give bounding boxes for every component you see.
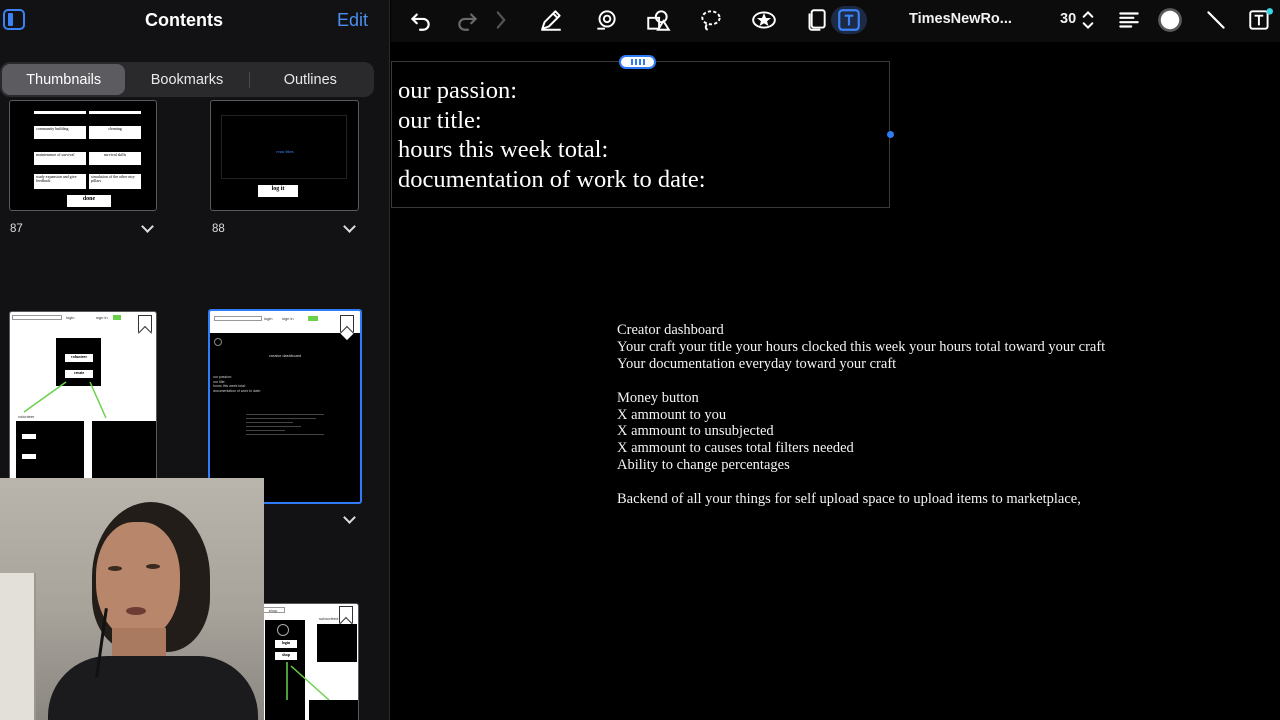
body-line: X ammount to causes total filters needed bbox=[617, 440, 854, 457]
thumb-button: study expansion and give feedback bbox=[34, 174, 86, 189]
editor-toolbar: TimesNewRo... 30 bbox=[391, 0, 1280, 42]
body-line: Your documentation everyday toward your … bbox=[617, 355, 897, 372]
resize-handle[interactable] bbox=[887, 131, 894, 138]
selected-text-box[interactable]: our passion: our title: hours this week … bbox=[391, 61, 890, 208]
presenter-face bbox=[96, 522, 180, 640]
line-icon[interactable] bbox=[1201, 6, 1231, 34]
pen-icon[interactable] bbox=[536, 6, 566, 34]
sticker-icon[interactable] bbox=[749, 6, 779, 34]
body-line: Backend of all your things for self uplo… bbox=[617, 491, 1081, 508]
redo-icon[interactable] bbox=[453, 6, 483, 34]
page-number: 87 bbox=[10, 223, 23, 235]
page-thumbnail-90[interactable]: login sign in creator dashboard our pass… bbox=[208, 309, 362, 504]
body-line: Your craft your title your hours clocked… bbox=[617, 338, 1106, 355]
sidebar-title: Contents bbox=[145, 10, 223, 30]
text-format-icon[interactable] bbox=[1245, 6, 1275, 34]
tab-bookmarks[interactable]: Bookmarks bbox=[125, 64, 248, 95]
sidebar-header: Contents Edit bbox=[0, 0, 389, 42]
pages-icon[interactable] bbox=[801, 6, 831, 34]
drag-handle[interactable] bbox=[619, 55, 656, 69]
eraser-icon[interactable] bbox=[591, 6, 621, 34]
presenter-shirt bbox=[48, 656, 258, 720]
thumb-tab: login bbox=[264, 316, 273, 321]
thumb-lines: our passion: our title: hours this week … bbox=[213, 375, 261, 393]
body-line: Creator dashboard bbox=[617, 322, 724, 338]
page-body-text: Creator dashboard Your craft your title … bbox=[617, 322, 1105, 508]
thumb-tab: sign in bbox=[282, 316, 294, 321]
body-line: Money button bbox=[617, 389, 699, 406]
webcam-overlay bbox=[0, 478, 264, 720]
page-thumbnail-88[interactable]: read titles log it bbox=[210, 100, 359, 211]
lasso-icon[interactable] bbox=[696, 6, 726, 34]
thumb-button: community building bbox=[34, 126, 86, 139]
presenter-eye bbox=[146, 564, 160, 569]
presenter-eye bbox=[108, 566, 122, 571]
avatar-icon bbox=[214, 338, 222, 346]
body-line: X ammount to unsubjected bbox=[617, 423, 774, 440]
thumb-button: maintenance of survival bbox=[34, 152, 86, 165]
body-line: Ability to change percentages bbox=[617, 457, 790, 474]
thumb-label: volunteer bbox=[18, 414, 35, 419]
font-size-stepper-icon[interactable] bbox=[1079, 6, 1097, 34]
chevron-down-icon[interactable] bbox=[343, 511, 356, 524]
font-size-value[interactable]: 30 bbox=[1060, 11, 1076, 27]
page-thumbnail-87[interactable]: community building cleaning maintenance … bbox=[9, 100, 157, 211]
presenter-mouth bbox=[126, 607, 146, 615]
contents-tabs: Thumbnails Bookmarks Outlines bbox=[0, 62, 374, 97]
body-line: X ammount to you bbox=[617, 406, 727, 423]
thumb-heading: creator dashboard bbox=[268, 353, 302, 358]
text-box-content: our passion: our title: hours this week … bbox=[398, 76, 706, 194]
align-icon[interactable] bbox=[1114, 6, 1144, 34]
thumb-button: survival skills bbox=[89, 152, 141, 165]
tab-outlines[interactable]: Outlines bbox=[248, 64, 372, 95]
page-number: 88 bbox=[212, 223, 225, 235]
font-name-selector[interactable]: TimesNewRo... bbox=[909, 11, 1012, 27]
text-line: documentation of work to date: bbox=[398, 165, 706, 193]
undo-icon[interactable] bbox=[405, 6, 435, 34]
edit-button[interactable]: Edit bbox=[337, 10, 368, 31]
shapes-icon[interactable] bbox=[643, 6, 673, 34]
thumb-button: simulation of the other ntry pillars bbox=[89, 174, 141, 189]
text-tool-icon[interactable] bbox=[831, 6, 867, 34]
thumb-link: read titles bbox=[276, 149, 294, 154]
body-line bbox=[617, 474, 1105, 491]
chevron-down-icon[interactable] bbox=[141, 220, 154, 233]
color-swatch-icon[interactable] bbox=[1155, 6, 1185, 34]
bookmark-icon[interactable] bbox=[340, 315, 354, 332]
thumb-log-button: log it bbox=[258, 185, 298, 197]
thumb-button: cleaning bbox=[89, 126, 141, 139]
text-line: our passion: bbox=[398, 77, 518, 104]
document-canvas[interactable]: our passion: our title: hours this week … bbox=[391, 42, 1280, 720]
background-door bbox=[0, 573, 36, 720]
body-line bbox=[617, 373, 1105, 390]
tab-thumbnails[interactable]: Thumbnails bbox=[2, 64, 126, 95]
text-line: hours this week total: bbox=[398, 136, 609, 163]
thumb-done-button: done bbox=[67, 195, 111, 207]
chevron-right-icon[interactable] bbox=[493, 6, 509, 34]
chevron-down-icon[interactable] bbox=[343, 220, 356, 233]
page-thumbnail-89[interactable]: login sign in volunteer create volunteer bbox=[9, 311, 157, 481]
text-line: our title: bbox=[398, 106, 482, 134]
